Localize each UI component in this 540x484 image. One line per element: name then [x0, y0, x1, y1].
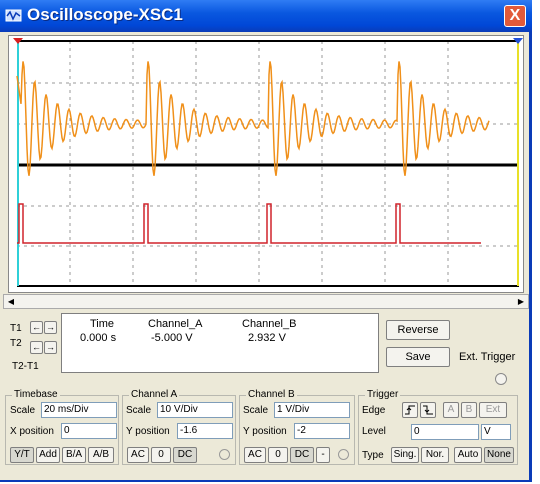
channel-a-trace — [16, 61, 490, 176]
reverse-button[interactable]: Reverse — [386, 320, 450, 340]
trigger-source-ext-button[interactable]: Ext — [479, 402, 507, 418]
trigger-auto-button[interactable]: Auto — [454, 447, 482, 463]
channel-b-invert-button[interactable]: - — [316, 447, 330, 463]
channel-b-trace — [17, 203, 481, 244]
close-button[interactable]: X — [504, 5, 526, 27]
channel-a-scale-input[interactable]: 10 V/Div — [157, 402, 233, 418]
falling-edge-icon[interactable] — [420, 402, 436, 418]
timebase-scale-input[interactable]: 20 ms/Div — [41, 402, 117, 418]
ext-trigger-connector-icon[interactable] — [495, 373, 507, 385]
channel-a-connector-icon[interactable] — [219, 449, 230, 460]
channel-a-ypos-label: Y position — [126, 426, 170, 437]
channel-a-scale-label: Scale — [126, 405, 152, 416]
window-title: Oscilloscope-XSC1 — [27, 5, 183, 24]
oscilloscope-icon — [5, 9, 22, 22]
channel-b-title: Channel B — [246, 389, 297, 400]
horizontal-scrollbar[interactable]: ◀ ▶ — [3, 294, 529, 309]
level-label: Level — [362, 426, 386, 437]
t2-t1-label: T2-T1 — [12, 361, 39, 372]
trigger-title: Trigger — [365, 389, 401, 400]
channel-a-ac-button[interactable]: AC — [127, 447, 149, 463]
save-button[interactable]: Save — [386, 347, 450, 367]
channel-b-scale-label: Scale — [243, 405, 269, 416]
header-channel-b: Channel_B — [242, 318, 297, 330]
trigger-source-a-button[interactable]: A — [443, 402, 459, 418]
waveform-canvas — [13, 38, 523, 287]
t2-left-arrow-icon[interactable]: ← — [30, 341, 43, 354]
t1-left-arrow-icon[interactable]: ← — [30, 321, 43, 334]
scroll-right-icon[interactable]: ▶ — [514, 295, 528, 308]
t1-label: T1 — [10, 323, 22, 334]
t2-right-arrow-icon[interactable]: → — [44, 341, 57, 354]
x-position-input[interactable]: 0 — [61, 423, 117, 439]
timebase-title: Timebase — [12, 389, 60, 400]
t1-time-value: 0.000 s — [80, 332, 117, 344]
mode-ba-button[interactable]: B/A — [62, 447, 86, 463]
trigger-normal-button[interactable]: Nor. — [421, 447, 449, 463]
t1-channel-b-value: 2.932 V — [248, 332, 286, 344]
trigger-none-button[interactable]: None — [484, 447, 514, 463]
channel-b-dc-button[interactable]: DC — [290, 447, 314, 463]
channel-a-title: Channel A — [129, 389, 180, 400]
title-bar[interactable]: Oscilloscope-XSC1 X — [0, 0, 532, 32]
header-time: Time — [90, 318, 115, 330]
channel-b-scale-input[interactable]: 1 V/Div — [274, 402, 350, 418]
t2-label: T2 — [10, 338, 22, 349]
trigger-source-b-button[interactable]: B — [461, 402, 477, 418]
scroll-left-icon[interactable]: ◀ — [4, 295, 18, 308]
oscilloscope-window: Oscilloscope-XSC1 X ◀ ▶ T1 T2 ← → ← → T2… — [0, 0, 532, 482]
edge-label: Edge — [362, 405, 386, 416]
trigger-level-input[interactable]: 0 — [411, 424, 479, 440]
channel-b-ypos-input[interactable]: -2 — [294, 423, 350, 439]
channel-b-ac-button[interactable]: AC — [244, 447, 266, 463]
timebase-scale-label: Scale — [10, 405, 36, 416]
x-position-label: X position — [10, 426, 54, 437]
channel-b-zero-button[interactable]: 0 — [268, 447, 288, 463]
header-channel-a: Channel_A — [148, 318, 203, 330]
t1-right-arrow-icon[interactable]: → — [44, 321, 57, 334]
trigger-level-unit[interactable]: V — [481, 424, 511, 440]
t1-channel-a-value: -5.000 V — [151, 332, 193, 344]
channel-a-ypos-input[interactable]: -1.6 — [177, 423, 233, 439]
channel-a-dc-button[interactable]: DC — [173, 447, 197, 463]
type-label: Type — [362, 450, 384, 461]
rising-edge-icon[interactable] — [402, 402, 418, 418]
mode-add-button[interactable]: Add — [36, 447, 60, 463]
mode-ab-button[interactable]: A/B — [88, 447, 114, 463]
channel-b-ypos-label: Y position — [243, 426, 287, 437]
measurement-readout: Time Channel_A Channel_B 0.000 s -5.000 … — [61, 313, 379, 373]
channel-a-zero-button[interactable]: 0 — [151, 447, 171, 463]
oscilloscope-display — [8, 35, 524, 293]
channel-b-connector-icon[interactable] — [338, 449, 349, 460]
trigger-single-button[interactable]: Sing. — [391, 447, 419, 463]
mode-yt-button[interactable]: Y/T — [10, 447, 34, 463]
ext-trigger-label: Ext. Trigger — [459, 351, 516, 363]
